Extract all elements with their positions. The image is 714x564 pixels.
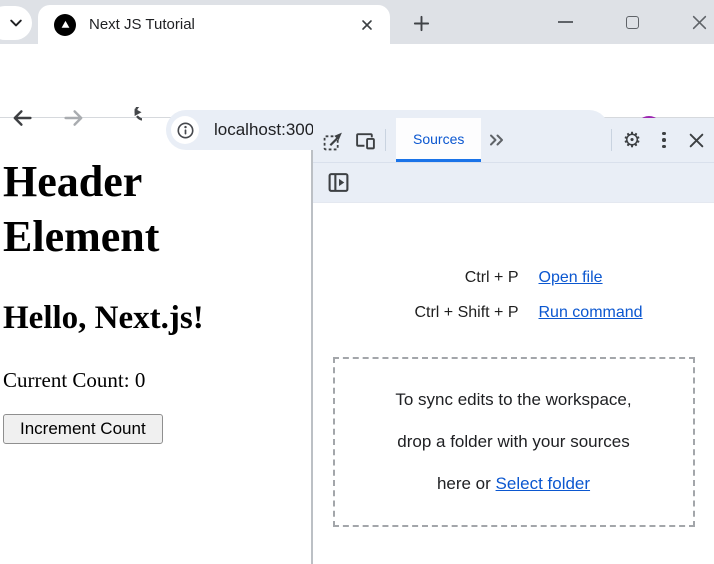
plus-icon bbox=[413, 15, 429, 31]
shortcut-keys: Ctrl + P bbox=[464, 269, 519, 286]
content-area: Header Element Hello, Next.js! Current C… bbox=[0, 118, 714, 564]
tab-search-button[interactable] bbox=[0, 6, 32, 40]
page-heading: Header Element bbox=[3, 157, 160, 261]
window-maximize-button[interactable] bbox=[609, 0, 655, 44]
new-tab-button[interactable] bbox=[406, 8, 436, 38]
sources-empty-state: Ctrl + P Open file Ctrl + Shift + P Run … bbox=[313, 203, 714, 564]
back-button[interactable] bbox=[6, 102, 38, 134]
browser-tab[interactable]: Next JS Tutorial bbox=[38, 5, 390, 44]
dropzone-text-line3: here or bbox=[436, 474, 491, 493]
close-icon bbox=[692, 15, 706, 29]
shortcut-keys: Ctrl + Shift + P bbox=[414, 304, 519, 321]
dropzone-text-line1: To sync edits to the workspace, bbox=[395, 390, 632, 409]
forward-arrow-icon bbox=[64, 110, 83, 126]
devtools-close-button[interactable] bbox=[680, 118, 712, 162]
window-minimize-button[interactable] bbox=[542, 0, 588, 44]
toolbar-divider bbox=[611, 129, 612, 151]
dropzone-text-line2: drop a folder with your sources bbox=[397, 432, 630, 451]
reload-icon bbox=[134, 106, 142, 121]
url-text[interactable]: localhost:3000 bbox=[214, 120, 324, 140]
gear-icon: ⚙ bbox=[622, 128, 642, 152]
select-folder-link[interactable]: Select folder bbox=[496, 474, 591, 493]
more-tabs-button[interactable] bbox=[481, 118, 513, 162]
inspect-element-button[interactable] bbox=[317, 118, 349, 162]
sources-sidebar-header bbox=[313, 163, 714, 203]
tab-title: Next JS Tutorial bbox=[89, 16, 195, 33]
device-toolbar-icon bbox=[355, 132, 375, 149]
run-command-link[interactable]: Run command bbox=[539, 304, 643, 321]
show-navigator-button[interactable] bbox=[322, 171, 354, 194]
count-text: Current Count: 0 bbox=[3, 368, 146, 392]
open-file-link[interactable]: Open file bbox=[539, 269, 603, 286]
chevron-down-icon bbox=[10, 19, 22, 27]
devtools-toolbar: Sources ⚙ bbox=[313, 118, 714, 163]
shortcut-row: Ctrl + P Open file bbox=[313, 269, 714, 287]
site-info-button[interactable] bbox=[171, 116, 199, 144]
inspect-cursor-icon bbox=[323, 132, 342, 150]
page-subheading: Hello, Next.js! bbox=[3, 300, 204, 336]
web-page: Header Element Hello, Next.js! Current C… bbox=[0, 118, 313, 564]
tab-sources[interactable]: Sources bbox=[396, 118, 482, 162]
kebab-icon bbox=[662, 131, 666, 149]
back-arrow-icon bbox=[13, 110, 32, 126]
devtools-panel: Sources ⚙ Ctrl + P Open file Ctrl + Shif… bbox=[313, 118, 714, 564]
increment-count-button[interactable]: Increment Count bbox=[3, 414, 163, 444]
show-navigator-icon bbox=[328, 173, 348, 192]
info-icon bbox=[176, 121, 194, 139]
toolbar-divider bbox=[385, 129, 386, 151]
shortcut-row: Ctrl + Shift + P Run command bbox=[313, 304, 714, 322]
workspace-dropzone[interactable]: To sync edits to the workspace, drop a f… bbox=[332, 357, 695, 527]
devtools-menu-button[interactable] bbox=[648, 118, 680, 162]
maximize-icon bbox=[625, 15, 639, 29]
close-icon bbox=[689, 133, 703, 147]
device-toolbar-button[interactable] bbox=[349, 118, 381, 162]
minimize-icon bbox=[557, 21, 573, 23]
shortcut-list: Ctrl + P Open file Ctrl + Shift + P Run … bbox=[313, 269, 714, 322]
nextjs-favicon-icon bbox=[54, 13, 76, 36]
devtools-settings-button[interactable]: ⚙ bbox=[616, 118, 648, 162]
reload-button[interactable] bbox=[114, 102, 146, 134]
window-close-button[interactable] bbox=[676, 0, 714, 44]
double-chevron-icon bbox=[490, 134, 504, 146]
sources-tab-label: Sources bbox=[413, 130, 465, 147]
address-toolbar: localhost:3000 ☆ F bbox=[0, 44, 714, 150]
tab-strip: Next JS Tutorial bbox=[0, 0, 714, 44]
tab-close-icon[interactable] bbox=[354, 12, 380, 38]
forward-button[interactable] bbox=[58, 102, 90, 134]
